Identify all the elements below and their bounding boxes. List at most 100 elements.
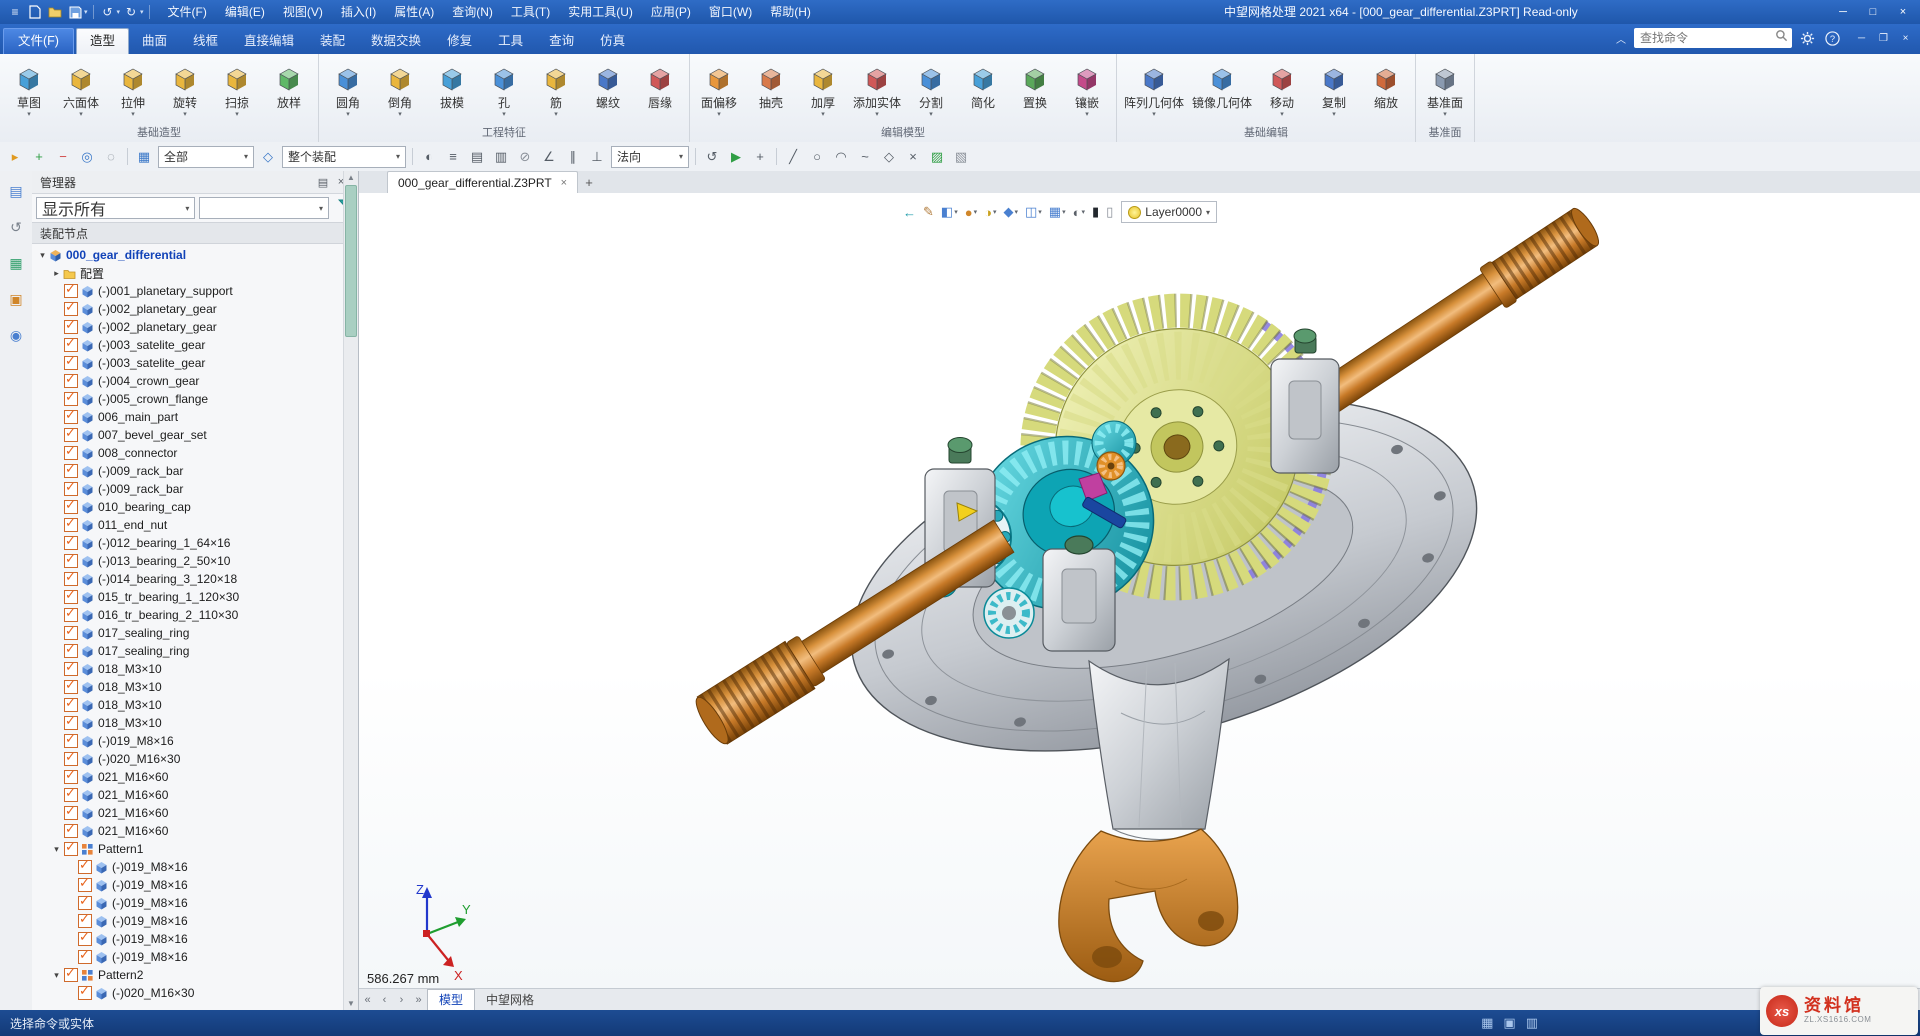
tree-item[interactable]: ▸配置: [32, 264, 342, 282]
tool-移动[interactable]: 移动▾: [1256, 63, 1308, 119]
tree-item[interactable]: ✓(-)013_bearing_2_50×10: [32, 552, 342, 570]
tree-item[interactable]: ✓(-)003_satelite_gear: [32, 354, 342, 372]
search-input[interactable]: [1638, 30, 1775, 46]
assembly-scope-select[interactable]: 整个装配▾: [282, 146, 406, 168]
tree-item[interactable]: ✓(-)019_M8×16: [32, 876, 342, 894]
tool-面偏移[interactable]: 面偏移▾: [693, 63, 745, 119]
tool-分割[interactable]: 分割▾: [905, 63, 957, 119]
menu-item[interactable]: 工具(T): [502, 0, 559, 24]
expander-icon[interactable]: ▸: [50, 268, 63, 279]
minimize-icon[interactable]: ─: [1829, 2, 1857, 21]
view-tab-icon[interactable]: ▣: [6, 289, 26, 309]
menu-item[interactable]: 文件(F): [159, 0, 216, 24]
role-tab-icon[interactable]: ◉: [6, 325, 26, 345]
expander-icon[interactable]: ▾: [50, 844, 63, 855]
visibility-checkbox[interactable]: ✓: [64, 716, 78, 730]
align-top-icon[interactable]: ▤: [467, 147, 487, 167]
sheet-nav-icon-3[interactable]: »: [410, 994, 427, 1006]
visibility-checkbox[interactable]: ✓: [64, 842, 78, 856]
visibility-checkbox[interactable]: ✓: [64, 590, 78, 604]
undo-dropdown-icon[interactable]: ▾: [117, 8, 121, 16]
status-grid-icon[interactable]: ▦: [1481, 1015, 1493, 1031]
visibility-checkbox[interactable]: ✓: [78, 878, 92, 892]
tool-倒角[interactable]: 倒角▾: [374, 63, 426, 119]
tree-item[interactable]: ✓(-)012_bearing_1_64×16: [32, 534, 342, 552]
wireframe-mode-icon[interactable]: ◑▾: [982, 202, 998, 222]
pick-last-icon[interactable]: ↺: [702, 147, 722, 167]
menu-item[interactable]: 帮助(H): [761, 0, 820, 24]
close-icon[interactable]: ×: [1889, 2, 1917, 21]
scrollbar-thumb[interactable]: [345, 185, 357, 337]
pick-remove-icon[interactable]: −: [53, 147, 73, 167]
visibility-checkbox[interactable]: ✓: [64, 446, 78, 460]
visibility-checkbox[interactable]: ✓: [64, 410, 78, 424]
filter-list-icon[interactable]: ▦: [134, 147, 154, 167]
visibility-checkbox[interactable]: ✓: [64, 680, 78, 694]
scroll-up-icon[interactable]: ▲: [344, 173, 358, 182]
sheet-nav-icon-0[interactable]: «: [359, 994, 376, 1006]
tool-六面体[interactable]: 六面体▾: [55, 63, 107, 119]
tab-close-icon[interactable]: ×: [561, 177, 567, 189]
visibility-checkbox[interactable]: ✓: [64, 500, 78, 514]
tool-镶嵌[interactable]: 镶嵌▾: [1061, 63, 1113, 119]
tree-item[interactable]: ✓(-)020_M16×30: [32, 984, 342, 1002]
redo-dropdown-icon[interactable]: ▾: [140, 8, 144, 16]
tree-item[interactable]: ✓(-)002_planetary_gear: [32, 300, 342, 318]
save-dropdown-icon[interactable]: ▾: [84, 8, 88, 16]
menu-item[interactable]: 窗口(W): [700, 0, 761, 24]
tree-item[interactable]: ✓(-)019_M8×16: [32, 930, 342, 948]
tree-item[interactable]: ✓021_M16×60: [32, 822, 342, 840]
pick-region-icon[interactable]: ◎: [77, 147, 97, 167]
tree-item[interactable]: ✓011_end_nut: [32, 516, 342, 534]
visibility-checkbox[interactable]: ✓: [64, 608, 78, 622]
visibility-checkbox[interactable]: ✓: [64, 806, 78, 820]
hatch-tool-icon[interactable]: ▨: [927, 147, 947, 167]
app-menu-icon[interactable]: ≡: [6, 2, 24, 22]
bg-light-icon[interactable]: ▯: [1104, 202, 1115, 222]
visibility-checkbox[interactable]: ✓: [64, 824, 78, 838]
visibility-checkbox[interactable]: ✓: [64, 284, 78, 298]
tree-item[interactable]: ✓006_main_part: [32, 408, 342, 426]
ribbon-tab-造型[interactable]: 造型: [76, 28, 129, 54]
tree-item[interactable]: ✓021_M16×60: [32, 786, 342, 804]
curve-tool-icon[interactable]: ~: [855, 147, 875, 167]
tool-扫掠[interactable]: 扫掠▾: [211, 63, 263, 119]
status-layout-icon[interactable]: ▥: [1526, 1015, 1538, 1031]
tool-拉伸[interactable]: 拉伸▾: [107, 63, 159, 119]
tool-筋[interactable]: 筋▾: [530, 63, 582, 119]
tool-镜像几何体[interactable]: 镜像几何体: [1188, 63, 1256, 119]
entity-filter-select[interactable]: 全部▾: [158, 146, 254, 168]
line-tool-icon[interactable]: ╱: [783, 147, 803, 167]
tree-item[interactable]: ✓(-)009_rack_bar: [32, 480, 342, 498]
tool-加厚[interactable]: 加厚▾: [797, 63, 849, 119]
visibility-checkbox[interactable]: ✓: [64, 662, 78, 676]
visibility-checkbox[interactable]: ✓: [64, 698, 78, 712]
tool-复制[interactable]: 复制▾: [1308, 63, 1360, 119]
settings-gear-icon[interactable]: [1797, 28, 1817, 48]
visibility-checkbox[interactable]: ✓: [64, 428, 78, 442]
visibility-checkbox[interactable]: ✓: [64, 464, 78, 478]
assembly-scope-icon[interactable]: ◇: [258, 147, 278, 167]
paint-mode-icon[interactable]: ✎: [921, 202, 936, 222]
play-icon[interactable]: ▶: [726, 147, 746, 167]
status-monitor-icon[interactable]: ▣: [1503, 1015, 1515, 1031]
tree-item[interactable]: ▾✓Pattern2: [32, 966, 342, 984]
ribbon-tab-数据交换[interactable]: 数据交换: [358, 29, 434, 54]
tool-基准面[interactable]: 基准面▾: [1419, 63, 1471, 119]
visibility-checkbox[interactable]: ✓: [78, 932, 92, 946]
tree-item[interactable]: ✓010_bearing_cap: [32, 498, 342, 516]
undo-icon[interactable]: ↺: [99, 2, 117, 22]
tool-旋转[interactable]: 旋转▾: [159, 63, 211, 119]
tree-item[interactable]: ✓021_M16×60: [32, 804, 342, 822]
pick-lasso-icon[interactable]: ◌: [101, 147, 121, 167]
doc-minimize-icon[interactable]: ─: [1851, 29, 1872, 47]
visibility-checkbox[interactable]: ✓: [64, 770, 78, 784]
tree-item[interactable]: ✓017_sealing_ring: [32, 624, 342, 642]
ribbon-tab-工具[interactable]: 工具: [485, 29, 536, 54]
tree-item[interactable]: ✓018_M3×10: [32, 714, 342, 732]
tree-item[interactable]: ✓(-)001_planetary_support: [32, 282, 342, 300]
circle-tool-icon[interactable]: ○: [807, 147, 827, 167]
visibility-checkbox[interactable]: ✓: [78, 896, 92, 910]
visibility-checkbox[interactable]: ✓: [78, 950, 92, 964]
tree-item[interactable]: ▾✓Pattern1: [32, 840, 342, 858]
